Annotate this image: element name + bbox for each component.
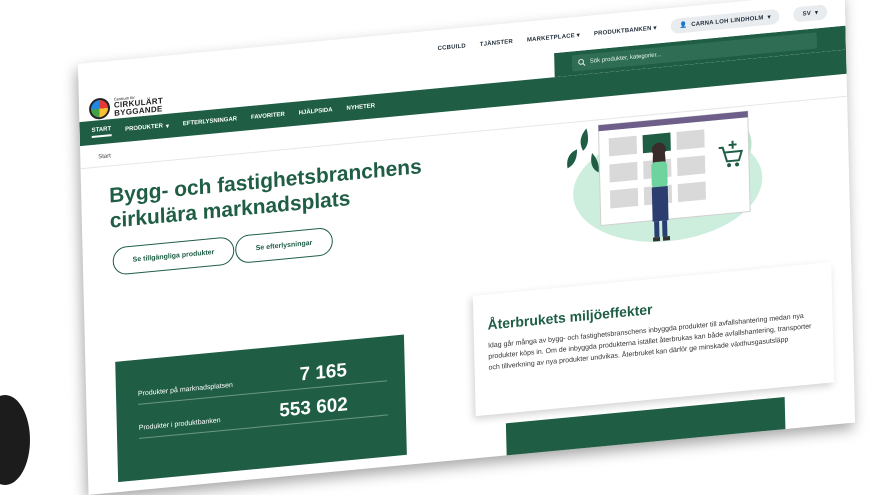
chevron-down-icon: ▾ <box>767 14 770 21</box>
browser-page: CCBUILD TJÄNSTER MARKETPLACE ▾ PRODUKTBA… <box>78 0 855 495</box>
chevron-down-icon: ▾ <box>653 25 656 31</box>
user-menu-button[interactable]: 👤 CARNA LOH LINDHOLM ▾ <box>670 9 779 34</box>
logo-icon <box>89 97 110 120</box>
nav-item-efterlysningar[interactable]: EFTERLYSNINGAR <box>183 116 237 127</box>
nav-item-start[interactable]: START <box>92 126 112 138</box>
hero-illustration <box>546 81 769 267</box>
link-produktbanken-label: PRODUKTBANKEN <box>594 26 652 37</box>
language-select[interactable]: SV ▾ <box>793 4 827 22</box>
language-value: SV <box>803 10 812 17</box>
nav-item-nyheter[interactable]: NYHETER <box>346 103 375 112</box>
chevron-down-icon: ▾ <box>166 122 169 129</box>
see-requests-button[interactable]: Se efterlysningar <box>235 227 333 264</box>
stats-panel: Produkter på marknadsplatsen 7 165 Produ… <box>115 335 407 483</box>
user-name: CARNA LOH LINDHOLM <box>691 15 764 28</box>
nav-item-hjalpsida[interactable]: HJÄLPSIDA <box>299 107 333 116</box>
environment-card: Återbrukets miljöeffekter Idag går många… <box>473 262 834 416</box>
search-icon <box>578 58 586 67</box>
see-products-button[interactable]: Se tillgängliga produkter <box>112 236 234 276</box>
chevron-down-icon: ▾ <box>577 33 580 39</box>
nav-item-produkter-label: PRODUKTER <box>125 123 163 133</box>
link-ccbuild[interactable]: CCBUILD <box>438 43 466 52</box>
search-placeholder: Sök produkter, kategorier... <box>590 52 662 65</box>
stat-value: 7 165 <box>299 360 347 387</box>
link-marketplace[interactable]: MARKETPLACE ▾ <box>527 32 580 44</box>
stat-label: Produkter i produktbanken <box>139 417 221 432</box>
stat-label: Produkter på marknadsplatsen <box>138 382 233 398</box>
breadcrumb[interactable]: Start <box>98 153 111 160</box>
background-object <box>0 395 30 485</box>
link-produktbanken[interactable]: PRODUKTBANKEN ▾ <box>594 24 657 37</box>
chevron-down-icon: ▾ <box>815 9 818 16</box>
user-icon: 👤 <box>679 21 687 29</box>
link-tjanster[interactable]: TJÄNSTER <box>480 38 513 47</box>
page-title: Bygg- och fastighetsbranchens cirkulära … <box>109 151 459 234</box>
logo-text: Centrum för CIRKULÄRT BYGGANDE <box>114 93 164 118</box>
nav-item-favoriter[interactable]: FAVORITER <box>251 112 285 121</box>
link-marketplace-label: MARKETPLACE <box>527 33 575 44</box>
nav-item-produkter[interactable]: PRODUKTER▾ <box>125 122 169 133</box>
stat-value: 553 602 <box>279 394 348 423</box>
